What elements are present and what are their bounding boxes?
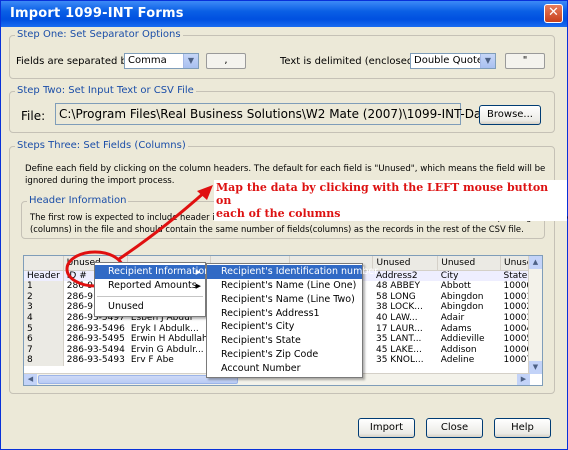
- menu-separator: [97, 296, 203, 297]
- menu-item-label: Reported Amounts: [108, 280, 197, 291]
- recipient-information-submenu: Recipient's Identification number Recipi…: [206, 263, 378, 378]
- submenu-item[interactable]: Recipient's Identification number: [207, 265, 378, 279]
- submenu-item[interactable]: Recipient's Name (Line Two): [207, 293, 362, 307]
- annotation-overlay: [65, 185, 213, 288]
- submenu-item[interactable]: Recipient's Address1: [207, 307, 362, 321]
- menu-item-reported-amounts[interactable]: Reported Amounts ▶: [95, 279, 205, 293]
- annotation-line-2: each of the columns: [216, 207, 341, 220]
- menu-item-unused[interactable]: Unused: [95, 300, 205, 314]
- submenu-item[interactable]: Recipient's Name (Line One): [207, 279, 362, 293]
- annotation-text: Map the data by clicking with the LEFT m…: [214, 180, 567, 221]
- import-dialog: Import 1099-INT Forms ✕ Step One: Set Se…: [0, 0, 568, 450]
- submenu-item[interactable]: Recipient's City: [207, 320, 362, 334]
- annotation-arrow: [118, 189, 207, 261]
- submenu-item[interactable]: Recipient's Zip Code: [207, 348, 362, 362]
- import-button[interactable]: Import: [358, 418, 415, 438]
- annotation-line-1: Map the data by clicking with the LEFT m…: [216, 181, 549, 207]
- submenu-arrow-icon: ▶: [195, 282, 201, 290]
- submenu-arrow-icon: ▶: [195, 268, 201, 276]
- submenu-item[interactable]: Account Number: [207, 362, 362, 376]
- menu-item-label: Unused: [108, 301, 144, 312]
- help-button[interactable]: Help: [494, 418, 551, 438]
- close-button[interactable]: Close: [426, 418, 483, 438]
- submenu-item[interactable]: Recipient's State: [207, 334, 362, 348]
- column-context-menu: Recipient Information ▶ Reported Amounts ▶…: [94, 262, 210, 317]
- menu-item-recipient-information[interactable]: Recipient Information ▶: [95, 265, 210, 279]
